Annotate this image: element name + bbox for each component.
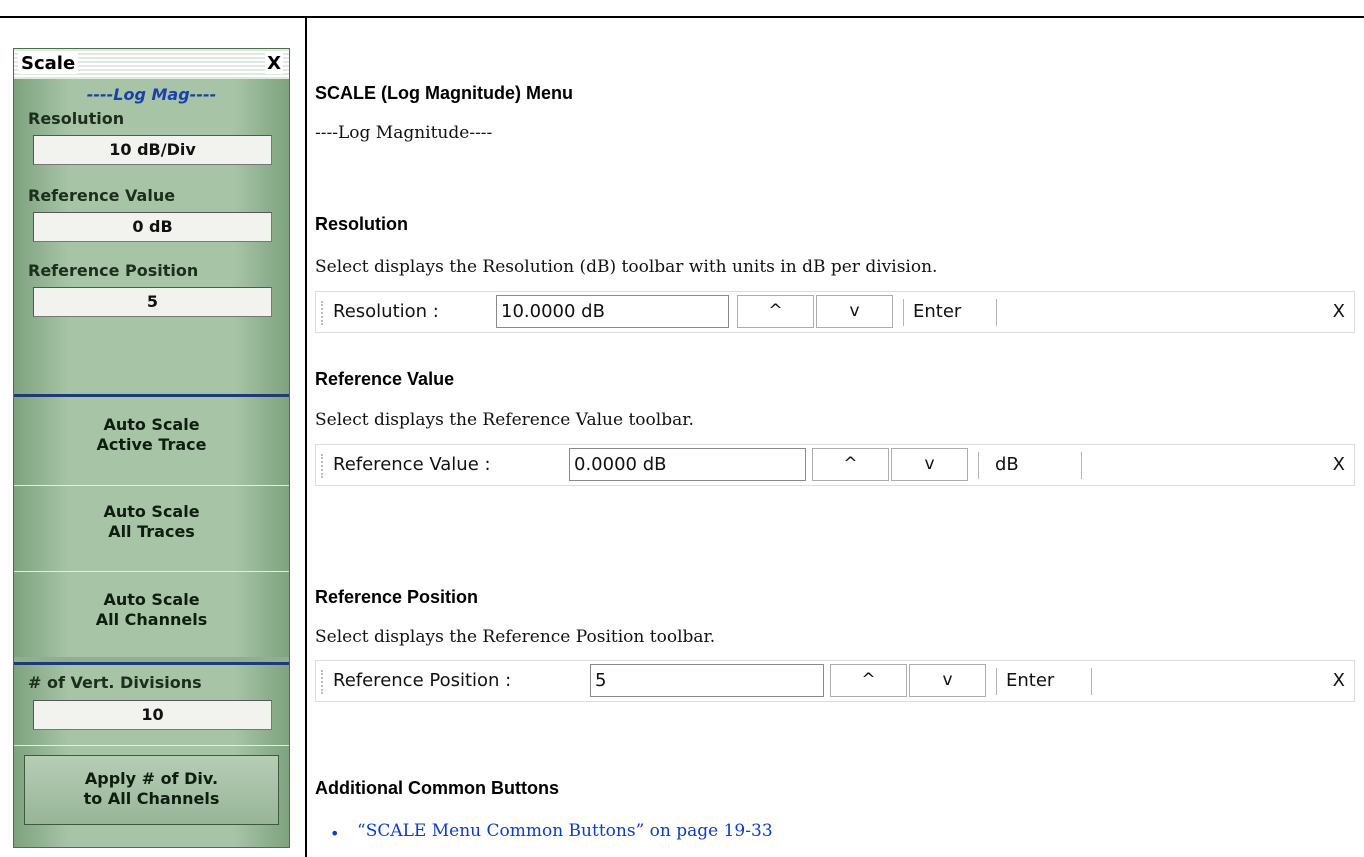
reference-value-description: Select displays the Reference Value tool… (315, 410, 694, 430)
toolbar-separator (978, 452, 979, 479)
reference-position-label: Reference Position (28, 261, 199, 280)
button-line: Auto Scale (103, 590, 200, 609)
decrement-button[interactable]: v (891, 448, 968, 481)
button-line: Auto Scale (103, 415, 200, 434)
reference-value-input[interactable]: 0.0000 dB (569, 448, 806, 481)
toolbar-grip[interactable] (321, 670, 323, 694)
increment-button[interactable]: ^ (830, 664, 907, 697)
column-divider (305, 16, 307, 857)
vert-divisions-field[interactable]: 10 (33, 700, 272, 730)
toolbar-separator (996, 299, 997, 326)
reference-position-input[interactable]: 5 (590, 664, 824, 697)
panel-title: Scale (18, 53, 79, 74)
button-separator (14, 745, 289, 746)
close-icon[interactable]: X (265, 53, 283, 74)
toolbar-close-icon[interactable]: X (1333, 445, 1345, 485)
additional-buttons-heading: Additional Common Buttons (315, 778, 559, 798)
auto-scale-active-trace-button[interactable]: Auto Scale Active Trace (14, 415, 289, 455)
toolbar-close-icon[interactable]: X (1333, 292, 1345, 332)
reference-value-field[interactable]: 0 dB (33, 212, 272, 242)
decrement-button[interactable]: v (816, 295, 893, 328)
decrement-button[interactable]: v (909, 664, 986, 697)
auto-scale-section: Auto Scale Active Trace Auto Scale All T… (14, 397, 289, 657)
button-line: All Channels (95, 610, 208, 629)
button-line: to All Channels (83, 789, 220, 808)
enter-button[interactable]: Enter (913, 292, 961, 332)
toolbar-label: Reference Value : (333, 454, 491, 475)
bullet-icon: • (330, 824, 340, 843)
reference-position-description: Select displays the Reference Position t… (315, 627, 716, 647)
button-separator (14, 485, 289, 486)
resolution-label: Resolution (28, 109, 125, 128)
enter-button[interactable]: Enter (1006, 661, 1054, 701)
resolution-description: Select displays the Resolution (dB) tool… (315, 257, 938, 277)
button-line: All Traces (108, 522, 195, 541)
toolbar-grip[interactable] (321, 301, 323, 325)
apply-div-all-channels-button[interactable]: Apply # of Div. to All Channels (24, 755, 279, 825)
reference-position-field[interactable]: 5 (33, 287, 272, 317)
reference-value-heading: Reference Value (315, 369, 455, 389)
menu-title: SCALE (Log Magnitude) Menu (315, 83, 573, 103)
scale-menu-panel: Scale X ----Log Mag---- Resolution 10 dB… (13, 48, 290, 848)
common-buttons-link[interactable]: “SCALE Menu Common Buttons” on page 19-3… (357, 821, 773, 841)
panel-header: Scale X (14, 49, 289, 80)
log-mag-subheader: ----Log Mag---- (86, 85, 217, 104)
auto-scale-all-channels-button[interactable]: Auto Scale All Channels (14, 590, 289, 630)
button-separator (14, 571, 289, 572)
button-line: Apply # of Div. (84, 769, 219, 788)
page-top-rule (0, 16, 1364, 18)
toolbar-label: Reference Position : (333, 670, 512, 691)
increment-button[interactable]: ^ (812, 448, 889, 481)
vert-divisions-label: # of Vert. Divisions (28, 673, 202, 692)
toolbar-separator (903, 299, 904, 326)
resolution-heading: Resolution (315, 214, 408, 234)
button-line: Auto Scale (103, 502, 200, 521)
resolution-input[interactable]: 10.0000 dB (496, 295, 729, 328)
button-line: Active Trace (96, 435, 207, 454)
toolbar-separator (996, 668, 997, 695)
reference-position-heading: Reference Position (315, 587, 479, 607)
units-button[interactable]: dB (995, 445, 1019, 485)
reference-value-label: Reference Value (28, 186, 176, 205)
log-magnitude-text: ----Log Magnitude---- (315, 123, 493, 143)
divisions-section: # of Vert. Divisions 10 Apply # of Div. … (14, 665, 289, 847)
toolbar-separator (1081, 452, 1082, 479)
toolbar-close-icon[interactable]: X (1333, 661, 1345, 701)
resolution-toolbar: Resolution : 10.0000 dB ^ v Enter X (315, 291, 1355, 333)
increment-button[interactable]: ^ (737, 295, 814, 328)
toolbar-grip[interactable] (321, 454, 323, 478)
reference-position-toolbar: Reference Position : 5 ^ v Enter X (315, 660, 1355, 702)
auto-scale-all-traces-button[interactable]: Auto Scale All Traces (14, 502, 289, 542)
toolbar-separator (1091, 668, 1092, 695)
field-section: ----Log Mag---- Resolution 10 dB/Div Ref… (14, 79, 289, 405)
reference-value-toolbar: Reference Value : 0.0000 dB ^ v dB X (315, 444, 1355, 486)
toolbar-label: Resolution : (333, 301, 439, 322)
resolution-field[interactable]: 10 dB/Div (33, 135, 272, 165)
